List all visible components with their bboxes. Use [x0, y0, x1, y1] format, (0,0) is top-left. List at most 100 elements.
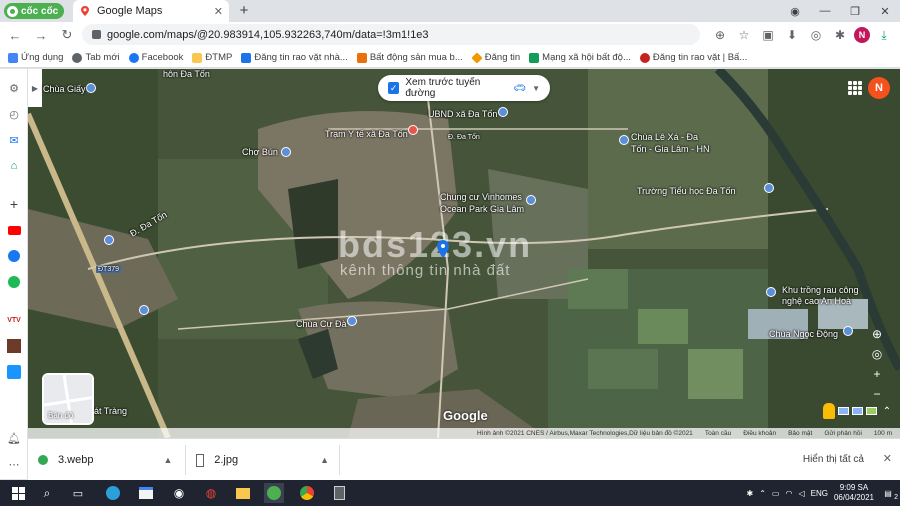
- school-pin-icon[interactable]: [764, 183, 774, 193]
- show-all-link[interactable]: Hiển thị tất cả: [803, 454, 864, 465]
- spotify-icon[interactable]: [5, 273, 23, 291]
- language-indicator[interactable]: ENG: [811, 489, 828, 498]
- game-thumbnail-icon[interactable]: [5, 337, 23, 355]
- tab-google-maps[interactable]: Google Maps ✕: [73, 0, 229, 22]
- compass-icon[interactable]: ⊕: [868, 325, 886, 343]
- profile-switch-icon[interactable]: ◉: [780, 0, 810, 22]
- gas-station-pin-icon[interactable]: [104, 235, 114, 245]
- government-pin-icon[interactable]: [498, 107, 508, 117]
- messenger-icon[interactable]: ✉: [5, 131, 23, 149]
- download-item[interactable]: 2.jpg ▲: [186, 445, 340, 475]
- temple-pin-icon[interactable]: [843, 326, 853, 336]
- add-icon[interactable]: ⊕: [710, 25, 730, 45]
- puzzle-icon[interactable]: ✱: [830, 25, 850, 45]
- imagery-thumbnail-icon[interactable]: [852, 407, 863, 415]
- place-label[interactable]: Chùa Giấy: [43, 84, 86, 94]
- place-label[interactable]: Khu trồng rau công: [782, 285, 859, 295]
- extension-icon[interactable]: ▣: [758, 25, 778, 45]
- scale-label[interactable]: 100 m: [874, 430, 892, 437]
- chevron-up-icon[interactable]: ▲: [320, 455, 329, 465]
- calculator-icon[interactable]: [329, 483, 349, 503]
- youtube-icon[interactable]: [5, 221, 23, 239]
- volume-icon[interactable]: ◁: [798, 489, 804, 498]
- imagery-thumbnail-icon[interactable]: [866, 407, 877, 415]
- close-icon[interactable]: ✕: [883, 452, 892, 465]
- chrome-taskbar-icon[interactable]: [297, 483, 317, 503]
- file-explorer-icon[interactable]: [233, 483, 253, 503]
- chevron-up-icon[interactable]: ▲: [163, 455, 172, 465]
- bookmark-facebook[interactable]: Facebook: [128, 52, 183, 63]
- imagery-thumbnail-icon[interactable]: [838, 407, 849, 415]
- star-icon[interactable]: ☆: [734, 25, 754, 45]
- notification-center-icon[interactable]: ▤ 2: [880, 489, 898, 501]
- place-label[interactable]: Ocean Park Gia Lâm: [440, 204, 524, 214]
- place-label[interactable]: Chợ Bún: [242, 147, 278, 157]
- store-icon[interactable]: [136, 483, 156, 503]
- place-label[interactable]: Chùa Cự Đà: [296, 319, 347, 329]
- download-icon[interactable]: ⬇: [782, 25, 802, 45]
- checkbox-icon[interactable]: ✓: [388, 82, 400, 94]
- zoom-in-icon[interactable]: +: [868, 365, 886, 383]
- search-icon[interactable]: ⌕: [37, 483, 57, 503]
- place-label[interactable]: Chùa Lê Xá - Đa: [631, 132, 698, 142]
- close-tab-icon[interactable]: ✕: [214, 5, 223, 18]
- place-label[interactable]: Chùa Ngọc Động: [769, 329, 838, 339]
- temple-pin-icon[interactable]: [347, 316, 357, 326]
- close-window-icon[interactable]: ✕: [870, 0, 900, 22]
- bookmark-bat-dong-san[interactable]: Bất động sản mua b...: [356, 52, 463, 63]
- browser-logo[interactable]: cốc cốc: [4, 3, 65, 19]
- satellite-map[interactable]: ▶ ✓ Xem trước tuyến đường 🚗︎ ▼ N hôn Đa …: [28, 69, 900, 438]
- hospital-pin-icon[interactable]: [408, 125, 418, 135]
- place-label[interactable]: Tốn - Gia Lâm - HN: [631, 144, 710, 154]
- back-icon[interactable]: ←: [4, 24, 26, 46]
- bookmark-mang-xa-hoi[interactable]: Mạng xã hội bất độ...: [529, 52, 631, 63]
- place-pin-icon[interactable]: [139, 305, 149, 315]
- street-view-pegman-icon[interactable]: [823, 403, 835, 419]
- shopping-pin-icon[interactable]: [281, 147, 291, 157]
- farm-pin-icon[interactable]: [766, 287, 776, 297]
- place-label[interactable]: Trường Tiểu học Đa Tốn: [637, 186, 735, 196]
- apartment-pin-icon[interactable]: [526, 195, 536, 205]
- chrome-icon[interactable]: ◎: [806, 25, 826, 45]
- settings-icon[interactable]: ⚙: [5, 79, 23, 97]
- vtv-icon[interactable]: VTV: [5, 311, 23, 329]
- download-item[interactable]: 3.webp ▲: [28, 445, 186, 475]
- network-icon[interactable]: ◠: [785, 489, 792, 498]
- reload-icon[interactable]: ↻: [56, 24, 78, 46]
- more-icon[interactable]: ⋯: [5, 455, 23, 473]
- download-arrow-icon[interactable]: ⤓: [874, 25, 894, 45]
- task-view-icon[interactable]: ▭: [68, 483, 88, 503]
- add-panel-icon[interactable]: +: [5, 195, 23, 213]
- my-location-icon[interactable]: ◎: [868, 345, 886, 363]
- new-tab-button[interactable]: +: [236, 2, 252, 19]
- coccoc-taskbar-icon[interactable]: [264, 483, 284, 503]
- maximize-icon[interactable]: ❐: [840, 0, 870, 22]
- global-link[interactable]: Toàn cầu: [705, 430, 731, 437]
- place-label[interactable]: Chung cư Vinhomes: [440, 192, 522, 202]
- bookmark-dang-tin[interactable]: Đăng tin: [471, 51, 520, 64]
- edge-icon[interactable]: [103, 483, 123, 503]
- expand-icon[interactable]: ⌃: [880, 406, 894, 417]
- mail-icon[interactable]: ◍: [201, 483, 221, 503]
- map-layer-toggle[interactable]: Bản đồ: [42, 373, 94, 425]
- forward-icon[interactable]: →: [30, 24, 52, 46]
- people-icon[interactable]: ◉: [169, 483, 189, 503]
- facebook-panel-icon[interactable]: [5, 247, 23, 265]
- temple-pin-icon[interactable]: [619, 135, 629, 145]
- route-preview-toggle[interactable]: ✓ Xem trước tuyến đường 🚗︎ ▼: [378, 75, 550, 101]
- privacy-link[interactable]: Bảo mật: [788, 430, 812, 437]
- battery-icon[interactable]: ▭: [772, 489, 780, 498]
- show-hidden-icon[interactable]: ⌃: [759, 489, 766, 498]
- game-icon[interactable]: ⌂: [5, 157, 23, 175]
- tiki-icon[interactable]: [5, 363, 23, 381]
- zoom-out-icon[interactable]: −: [868, 385, 886, 403]
- place-label[interactable]: nghệ cao An Hoà: [782, 296, 851, 306]
- windows-start-icon[interactable]: [8, 483, 28, 503]
- bookmark-new-tab[interactable]: Tab mới: [72, 52, 120, 63]
- place-label[interactable]: hôn Đa Tốn: [163, 69, 210, 79]
- bookmark-dtmp[interactable]: ĐTMP: [192, 52, 232, 63]
- bluetooth-icon[interactable]: ✱: [747, 489, 754, 498]
- address-bar[interactable]: google.com/maps/@20.983914,105.932263,74…: [82, 24, 700, 45]
- chevron-down-icon[interactable]: ▼: [532, 84, 540, 93]
- bookmark-dang-tin-rao-vat[interactable]: Đăng tin rao vặt nhà...: [241, 52, 348, 63]
